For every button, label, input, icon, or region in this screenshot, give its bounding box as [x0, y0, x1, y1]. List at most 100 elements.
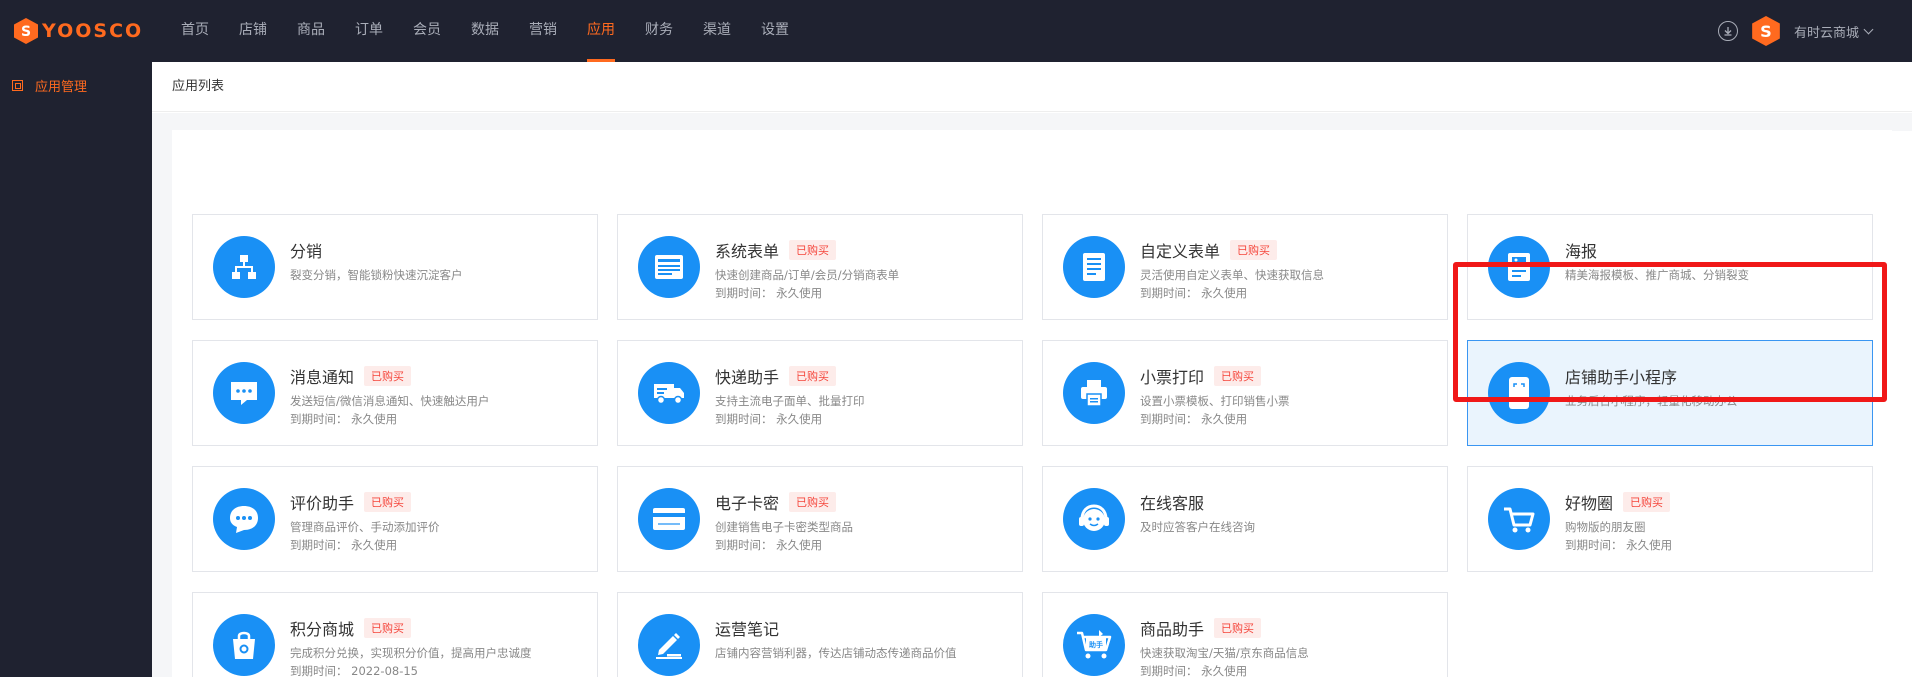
- app-card-operation-notes[interactable]: 运营笔记 店铺内容营销利器，传达店铺动态传递商品价值: [617, 592, 1023, 677]
- app-card-good-things-circle[interactable]: 好物圈 已购买 购物版的朋友圈 到期时间： 永久使用: [1467, 466, 1873, 572]
- message-icon: [213, 362, 275, 424]
- helper-cart-icon: 助手: [1063, 614, 1125, 676]
- app-title: 商品助手: [1140, 620, 1205, 639]
- app-expiry: 到期时间： 2022-08-15: [290, 664, 418, 677]
- helper-icon-text: 助手: [1089, 640, 1103, 649]
- card-icon: [638, 488, 700, 550]
- app-card-express-helper[interactable]: 快递助手 已购买 支持主流电子面单、批量打印 到期时间： 永久使用: [617, 340, 1023, 446]
- nav-shop[interactable]: 店铺: [224, 0, 282, 62]
- app-desc: 快速创建商品/订单/会员/分销商表单: [715, 268, 900, 282]
- purchased-badge: 已购买: [364, 618, 412, 638]
- form-icon: [638, 236, 700, 298]
- sidebar-item-label: 应用管理: [35, 80, 88, 95]
- avatar-letter: S: [1760, 22, 1772, 41]
- app-desc: 及时应答客户在线咨询: [1140, 520, 1255, 534]
- chat-bubble-icon: [213, 488, 275, 550]
- purchased-badge: 已购买: [364, 366, 412, 386]
- app-desc: 快速获取淘宝/天猫/京东商品信息: [1140, 646, 1309, 660]
- nav-products[interactable]: 商品: [282, 0, 340, 62]
- shop-name-label: 有时云商城: [1793, 25, 1859, 41]
- nav-finance[interactable]: 财务: [630, 0, 688, 62]
- app-desc: 店铺内容营销利器，传达店铺动态传递商品价值: [715, 646, 957, 660]
- app-title: 系统表单: [715, 242, 780, 261]
- app-title: 快递助手: [715, 368, 780, 387]
- nav-orders[interactable]: 订单: [340, 0, 398, 62]
- app-desc: 支持主流电子面单、批量打印: [715, 394, 865, 408]
- app-title: 海报: [1565, 242, 1598, 261]
- nav-settings[interactable]: 设置: [746, 0, 804, 62]
- app-title: 消息通知: [290, 368, 355, 387]
- nav-members[interactable]: 会员: [398, 0, 456, 62]
- purchased-badge: 已购买: [789, 240, 837, 260]
- app-desc: 精美海报模板、推广商城、分销裂变: [1565, 268, 1749, 282]
- app-title: 好物圈: [1565, 494, 1614, 513]
- app-title: 在线客服: [1140, 494, 1205, 513]
- app-card-shop-assistant-miniprogram[interactable]: 店铺助手小程序 业务后台小程序，轻量化移动办公: [1467, 340, 1873, 446]
- nav-apps[interactable]: 应用: [572, 0, 630, 62]
- app-desc: 业务后台小程序，轻量化移动办公: [1565, 394, 1738, 408]
- app-expiry: 到期时间： 永久使用: [715, 412, 823, 426]
- app-card-custom-form[interactable]: 自定义表单 已购买 灵活使用自定义表单、快速获取信息 到期时间： 永久使用: [1042, 214, 1448, 320]
- logo-text: YOOSCO: [42, 20, 144, 42]
- app-title: 评价助手: [290, 494, 355, 513]
- content-gap: [152, 113, 1912, 131]
- app-card-online-service[interactable]: 在线客服 及时应答客户在线咨询: [1042, 466, 1448, 572]
- purchased-badge: 已购买: [1214, 618, 1262, 638]
- document-icon: [1063, 236, 1125, 298]
- app-card-system-form[interactable]: 系统表单 已购买 快速创建商品/订单/会员/分销商表单 到期时间： 永久使用: [617, 214, 1023, 320]
- shop-switcher[interactable]: 有时云商城: [1793, 22, 1874, 41]
- app-desc: 管理商品评价、手动添加评价: [290, 520, 440, 534]
- app-title: 运营笔记: [715, 620, 780, 639]
- app-desc: 购物版的朋友圈: [1565, 520, 1646, 534]
- nav-data[interactable]: 数据: [456, 0, 514, 62]
- app-card-distribution[interactable]: 分销 裂变分销，智能锁粉快速沉淀客户: [192, 214, 598, 320]
- app-desc: 设置小票模板、打印销售小票: [1140, 394, 1290, 408]
- app-card-product-helper[interactable]: 助手 商品助手 已购买 快速获取淘宝/天猫/京东商品信息 到期时间： 永久使用: [1042, 592, 1448, 677]
- org-chart-icon: [213, 236, 275, 298]
- printer-icon: [1063, 362, 1125, 424]
- app-card-receipt-print[interactable]: 小票打印 已购买 设置小票模板、打印销售小票 到期时间： 永久使用: [1042, 340, 1448, 446]
- main-content: 应用列表 分销 裂变分销，智能锁粉快速沉淀客户 系统表单 已购买 快速创建商品/订…: [152, 62, 1912, 677]
- grid-icon: [12, 80, 23, 91]
- app-expiry: 到期时间： 永久使用: [1140, 286, 1248, 300]
- app-expiry: 到期时间： 永久使用: [715, 538, 823, 552]
- purchased-badge: 已购买: [1623, 492, 1671, 512]
- app-card-message-notify[interactable]: 消息通知 已购买 发送短信/微信消息通知、快速触达用户 到期时间： 永久使用: [192, 340, 598, 446]
- app-title: 电子卡密: [715, 494, 780, 513]
- app-card-review-helper[interactable]: 评价助手 已购买 管理商品评价、手动添加评价 到期时间： 永久使用: [192, 466, 598, 572]
- purchased-badge: 已购买: [789, 366, 837, 386]
- app-title: 小票打印: [1140, 368, 1205, 387]
- app-expiry: 到期时间： 永久使用: [715, 286, 823, 300]
- top-bar: S YOOSCO 首页 店铺 商品 订单 会员 数据 营销 应用 财务 渠道 设…: [0, 0, 1912, 62]
- nav-marketing[interactable]: 营销: [514, 0, 572, 62]
- app-card-points-mall[interactable]: 积分商城 已购买 完成积分兑换，实现积分价值，提高用户忠诚度 到期时间： 2022…: [192, 592, 598, 677]
- nav-home[interactable]: 首页: [166, 0, 224, 62]
- app-desc: 创建销售电子卡密类型商品: [715, 520, 853, 534]
- nav-channels[interactable]: 渠道: [688, 0, 746, 62]
- app-title: 积分商城: [290, 620, 355, 639]
- app-expiry: 到期时间： 永久使用: [1140, 412, 1248, 426]
- purchased-badge: 已购买: [789, 492, 837, 512]
- app-card-ecard[interactable]: 电子卡密 已购买 创建销售电子卡密类型商品 到期时间： 永久使用: [617, 466, 1023, 572]
- sidebar: 应用管理: [0, 62, 152, 677]
- shopping-bag-icon: [213, 614, 275, 676]
- logo-hexagon-icon: S: [14, 18, 38, 44]
- app-title: 自定义表单: [1140, 242, 1221, 261]
- cart-icon: [1488, 488, 1550, 550]
- purchased-badge: 已购买: [364, 492, 412, 512]
- purchased-badge: 已购买: [1214, 366, 1262, 386]
- chevron-down-icon: [1863, 24, 1874, 34]
- download-icon[interactable]: [1717, 21, 1738, 41]
- app-card-poster[interactable]: 海报 精美海报模板、推广商城、分销裂变: [1467, 214, 1873, 320]
- brand-logo[interactable]: S YOOSCO: [14, 18, 143, 44]
- app-desc: 灵活使用自定义表单、快速获取信息: [1140, 268, 1324, 282]
- app-title: 分销: [290, 242, 323, 261]
- shop-avatar-icon[interactable]: S: [1752, 16, 1780, 46]
- app-expiry: 到期时间： 永久使用: [290, 412, 398, 426]
- sidebar-item-app-management[interactable]: 应用管理: [12, 76, 87, 95]
- app-expiry: 到期时间： 永久使用: [290, 538, 398, 552]
- phone-scan-icon: [1488, 362, 1550, 424]
- app-desc: 裂变分销，智能锁粉快速沉淀客户: [290, 268, 463, 282]
- page-title: 应用列表: [152, 62, 1912, 112]
- headset-icon: [1063, 488, 1125, 550]
